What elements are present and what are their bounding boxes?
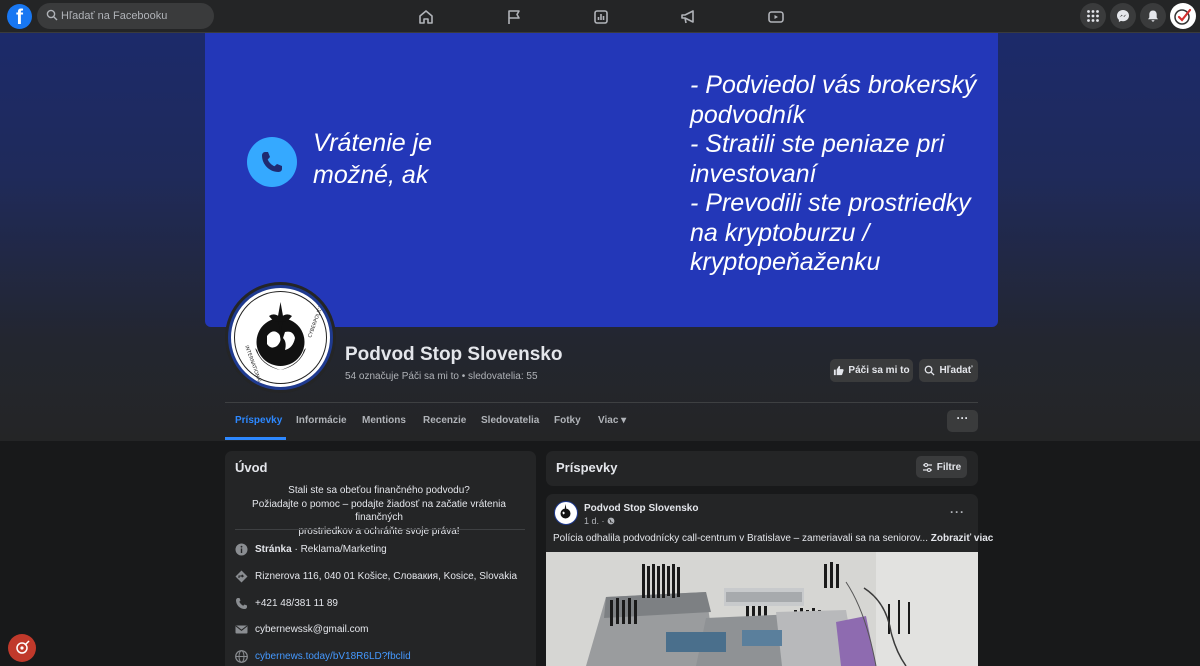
- globe-icon: [235, 650, 248, 663]
- messenger-icon: [1117, 10, 1129, 22]
- like-button[interactable]: Páči sa mi to: [830, 359, 913, 382]
- cyberpolice-logo-icon: INTERNATIONAL CYBERPOLICE: [228, 285, 333, 390]
- globe-icon: [607, 517, 615, 525]
- tab-reviews[interactable]: Recenzie: [423, 415, 466, 426]
- email-icon: [235, 625, 248, 634]
- messenger-button[interactable]: [1110, 3, 1136, 29]
- tab-more[interactable]: Viac ▾: [598, 415, 626, 426]
- tab-photos[interactable]: Fotky: [554, 415, 581, 426]
- page-stats: 54 označuje Páči sa mi to • sledovatelia…: [345, 371, 538, 382]
- gsm-gateway-photo: [546, 552, 978, 666]
- menu-button[interactable]: [1080, 3, 1106, 29]
- category-label: Stránka: [255, 544, 292, 555]
- address-text: Riznerova 116, 040 01 Košice, Словакия, …: [255, 571, 518, 582]
- info-email: cybernewssk@gmail.com: [235, 623, 369, 636]
- floating-action-button[interactable]: [8, 634, 36, 662]
- phone-icon: [262, 152, 282, 172]
- insights-icon[interactable]: [591, 7, 611, 27]
- megaphone-icon[interactable]: [678, 7, 698, 27]
- header-divider: [225, 402, 978, 403]
- info-category: Stránka · Reklama/Marketing: [235, 543, 387, 556]
- post-timestamp[interactable]: 1 d. ·: [584, 516, 615, 526]
- cover-right-text: - Podviedol vás brokerský podvodník - St…: [690, 71, 977, 276]
- video-icon[interactable]: [766, 7, 786, 27]
- search-input[interactable]: [61, 3, 211, 29]
- info-website: cybernews.today/bV18R6LD?fbclid: [235, 650, 411, 663]
- facebook-logo-icon[interactable]: f: [7, 4, 32, 29]
- post-author-name[interactable]: Podvod Stop Slovensko: [584, 503, 698, 514]
- home-icon[interactable]: [416, 7, 436, 27]
- search-icon: [925, 365, 935, 376]
- notifications-button[interactable]: [1140, 3, 1166, 29]
- thumbs-up-icon: [834, 365, 845, 376]
- profile-picture[interactable]: INTERNATIONAL CYBERPOLICE: [225, 282, 336, 393]
- info-address: Riznerova 116, 040 01 Košice, Словакия, …: [235, 570, 517, 583]
- post-text-body: Polícia odhalila podvodnícky call-centru…: [553, 533, 928, 544]
- bell-icon: [1148, 10, 1158, 22]
- post-text: Polícia odhalila podvodnícky call-centru…: [553, 533, 993, 544]
- cover-photo[interactable]: Vrátenie je možné, ak - Podviedol vás br…: [205, 33, 998, 327]
- search-icon: [46, 9, 58, 21]
- search-box[interactable]: [37, 3, 214, 29]
- phone-icon: [236, 598, 247, 609]
- tab-posts[interactable]: Príspevky: [235, 415, 282, 426]
- filter-icon: [922, 462, 932, 472]
- email-text: cybernewssk@gmail.com: [255, 624, 369, 635]
- phone-badge: [247, 137, 297, 187]
- page-title: Podvod Stop Slovensko: [345, 344, 563, 365]
- category-value: · Reklama/Marketing: [291, 544, 387, 555]
- post-image[interactable]: [546, 552, 978, 666]
- post-time-text: 1 d. ·: [584, 516, 605, 526]
- target-icon: [16, 640, 30, 654]
- cyberpolice-logo-icon: [560, 504, 571, 519]
- cover-left-text: Vrátenie je možné, ak: [313, 129, 433, 189]
- posts-title: Príspevky: [556, 460, 618, 475]
- post-options-button[interactable]: ···: [950, 505, 965, 519]
- page-search-button[interactable]: Hľadať: [919, 359, 978, 382]
- filter-button[interactable]: Filtre: [916, 456, 967, 478]
- top-navigation-bar: f: [0, 0, 1200, 33]
- flag-icon[interactable]: [504, 7, 524, 27]
- account-logo-icon: [1174, 8, 1192, 25]
- more-options-button[interactable]: ···: [947, 410, 978, 432]
- tab-followers[interactable]: Sledovatelia: [481, 415, 539, 426]
- info-icon: [235, 543, 248, 556]
- account-avatar[interactable]: [1170, 3, 1196, 29]
- intro-divider: [235, 529, 525, 530]
- directions-icon: [235, 570, 248, 583]
- active-tab-indicator: [225, 437, 286, 440]
- info-phone: +421 48/381 11 89: [235, 597, 338, 610]
- website-link[interactable]: cybernews.today/bV18R6LD?fbclid: [255, 651, 411, 662]
- filter-label: Filtre: [936, 461, 962, 473]
- see-more-link[interactable]: Zobraziť viac: [931, 533, 994, 544]
- menu-grid-icon: [1087, 10, 1099, 22]
- page-search-label: Hľadať: [939, 365, 973, 376]
- tab-about[interactable]: Informácie: [296, 415, 347, 426]
- phone-text: +421 48/381 11 89: [255, 598, 338, 609]
- intro-title: Úvod: [235, 460, 268, 475]
- post-author-avatar[interactable]: [554, 501, 578, 525]
- tab-mentions[interactable]: Mentions: [362, 415, 406, 426]
- like-button-label: Páči sa mi to: [848, 365, 910, 376]
